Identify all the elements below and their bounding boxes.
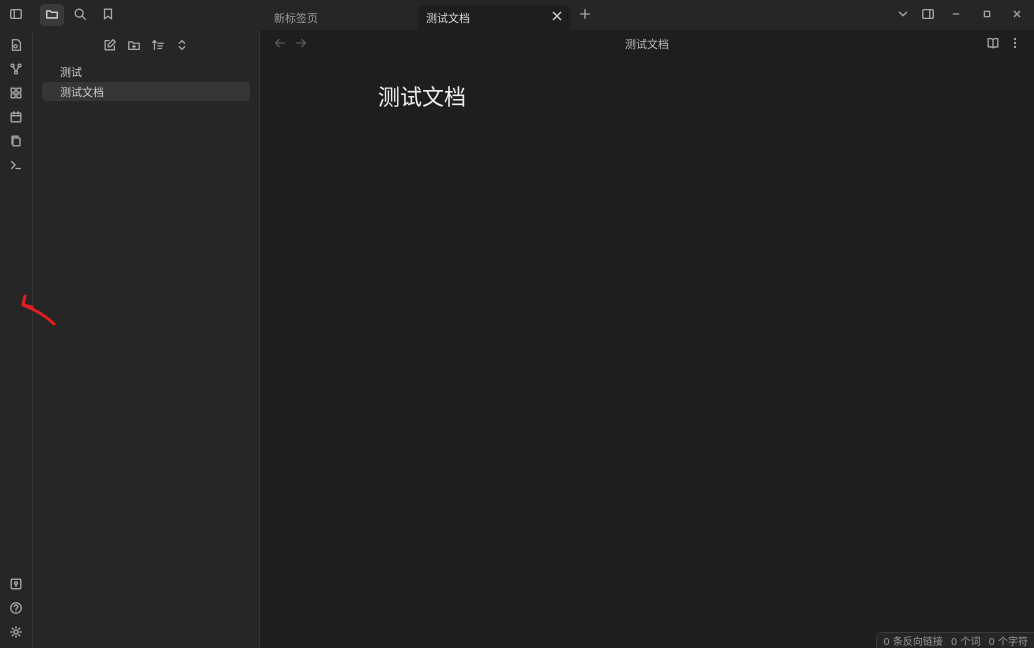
templates-button[interactable]: [5, 131, 27, 153]
templates-icon: [9, 134, 23, 151]
minimize-icon: [949, 7, 963, 24]
new-folder-button[interactable]: [123, 35, 145, 57]
file-tree-item[interactable]: 测试: [42, 62, 250, 81]
file-tree-item-label: 测试文档: [60, 85, 104, 99]
folder-icon: [45, 7, 59, 24]
tab-new-tab[interactable]: 新标签页: [262, 5, 417, 30]
search-view-button[interactable]: [69, 4, 91, 26]
window-close-button[interactable]: [1006, 4, 1028, 26]
maximize-icon: [980, 7, 994, 24]
left-ribbon: [0, 30, 33, 648]
tab-list-button[interactable]: [892, 4, 914, 26]
command-palette-button[interactable]: [5, 155, 27, 177]
open-quick-switcher-icon: [9, 38, 23, 55]
new-note-icon: [103, 38, 117, 55]
view-header-title[interactable]: 测试文档: [260, 36, 1034, 52]
right-sidebar-toggle-button[interactable]: [917, 4, 939, 26]
daily-note-button[interactable]: [5, 107, 27, 129]
help-icon: [9, 601, 23, 618]
layout-icon: [921, 7, 935, 24]
close-icon: [552, 10, 562, 24]
new-note-button[interactable]: [99, 35, 121, 57]
help-button[interactable]: [5, 598, 27, 620]
reading-view-button[interactable]: [982, 33, 1004, 55]
close-tab-button[interactable]: [550, 10, 564, 24]
char-count: 0 个字符: [988, 637, 1028, 648]
collapse-icon: [175, 38, 189, 55]
file-explorer: 测试 测试文档: [33, 30, 260, 648]
word-count: 0 个词: [950, 637, 981, 648]
window-maximize-button[interactable]: [976, 4, 998, 26]
tab-label: 新标签页: [274, 11, 318, 25]
window-minimize-button[interactable]: [945, 4, 967, 26]
settings-button[interactable]: [5, 622, 27, 644]
annotation-arrow: [21, 294, 56, 326]
collapse-all-button[interactable]: [171, 35, 193, 57]
canvas-icon: [9, 86, 23, 103]
tab-active-document[interactable]: 测试文档: [418, 5, 570, 30]
status-bar: 0 条反向链接 0 个词 0 个字符: [876, 632, 1034, 648]
search-icon: [73, 7, 87, 24]
sidebar-toggle-button[interactable]: [5, 4, 27, 26]
file-tree-item-label: 测试: [60, 65, 82, 79]
bookmarks-view-button[interactable]: [97, 4, 119, 26]
close-icon: [1010, 7, 1024, 24]
new-tab-button[interactable]: [574, 4, 596, 26]
sidebar-toggle-icon: [9, 7, 23, 24]
tab-label: 测试文档: [426, 11, 470, 25]
new-folder-icon: [127, 38, 141, 55]
backlinks-count[interactable]: 0 条反向链接: [883, 633, 943, 648]
files-view-button[interactable]: [40, 4, 64, 26]
vault-switcher-button[interactable]: [5, 574, 27, 596]
graph-view-button[interactable]: [5, 59, 27, 81]
quick-switcher-button[interactable]: [5, 35, 27, 57]
calendar-icon: [9, 110, 23, 127]
editor-pane: 测试文档 测试文档 0 条反向链接 0 个词 0 个字符: [260, 30, 1034, 648]
new-tab-icon: [578, 7, 592, 24]
vault-icon: [9, 577, 23, 594]
sort-icon: [151, 38, 165, 55]
graph-icon: [9, 62, 23, 79]
bookmark-icon: [101, 7, 115, 24]
settings-icon: [9, 625, 23, 642]
more-options-icon: [1008, 36, 1022, 53]
terminal-icon: [9, 158, 23, 175]
canvas-button[interactable]: [5, 83, 27, 105]
document-title[interactable]: 测试文档: [378, 80, 466, 112]
more-options-button[interactable]: [1004, 33, 1026, 55]
sort-order-button[interactable]: [147, 35, 169, 57]
title-bar: 新标签页 测试文档: [0, 0, 1034, 30]
chevron-down-icon: [896, 7, 910, 24]
file-tree-item-selected[interactable]: 测试文档: [42, 82, 250, 101]
reading-view-icon: [986, 36, 1000, 53]
